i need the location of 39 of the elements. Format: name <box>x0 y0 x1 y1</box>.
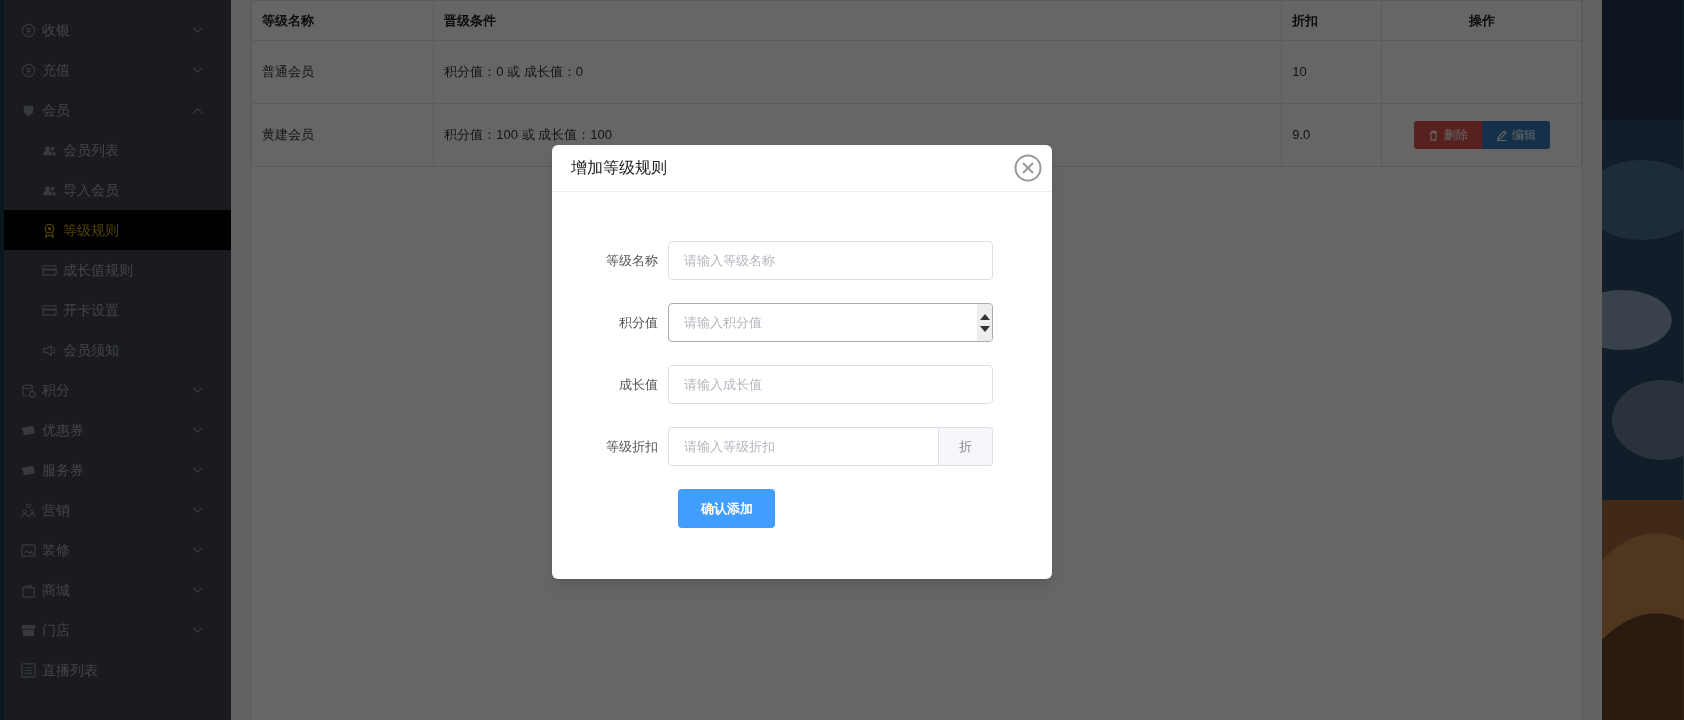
confirm-button[interactable]: 确认添加 <box>678 489 775 528</box>
card-icon <box>42 302 57 318</box>
column-header: 折扣 <box>1281 0 1382 41</box>
column-header: 等级名称 <box>251 0 434 41</box>
store-icon <box>21 622 36 638</box>
table-cell: 10 <box>1281 40 1382 104</box>
column-header: 操作 <box>1381 0 1582 41</box>
number-field[interactable]: 请输入积分值 <box>668 303 993 342</box>
bag-icon <box>21 582 36 598</box>
megaphone-icon <box>42 342 57 358</box>
image-icon <box>21 542 36 558</box>
edit-button[interactable]: 编辑 <box>1481 121 1550 149</box>
table-cell: 积分值：0 或 成长值：0 <box>433 40 1282 104</box>
table-cell: 普通会员 <box>251 40 434 104</box>
card-icon <box>42 262 57 278</box>
input-field[interactable]: 请输入等级名称 <box>668 241 993 280</box>
field-label: 等级名称 <box>605 251 659 270</box>
field-label: 等级折扣 <box>605 437 659 456</box>
field-label: 成长值 <box>618 375 659 394</box>
unit-label: 折 <box>939 427 993 466</box>
spin-down-icon[interactable] <box>979 325 990 332</box>
spin-up-icon[interactable] <box>979 313 990 320</box>
coin-icon <box>21 62 36 78</box>
trash-icon <box>1427 129 1439 141</box>
table-cell: 黄建会员 <box>251 103 434 167</box>
list-icon <box>21 662 36 678</box>
people-icon <box>21 502 36 518</box>
coin-icon <box>21 22 36 38</box>
input-field[interactable]: 请输入等级折扣 <box>668 427 939 466</box>
coins-icon <box>21 382 36 398</box>
sidebar-item[interactable]: 等级规则 <box>4 210 232 250</box>
field-label: 积分值 <box>618 313 659 332</box>
table-cell: 9.0 <box>1281 103 1382 167</box>
column-header: 晋级条件 <box>433 0 1282 41</box>
pencil-icon <box>1495 129 1507 141</box>
close-button[interactable] <box>1014 154 1042 182</box>
input-field[interactable]: 请输入成长值 <box>668 365 993 404</box>
close-icon <box>1014 154 1042 182</box>
medal-icon <box>42 222 57 238</box>
